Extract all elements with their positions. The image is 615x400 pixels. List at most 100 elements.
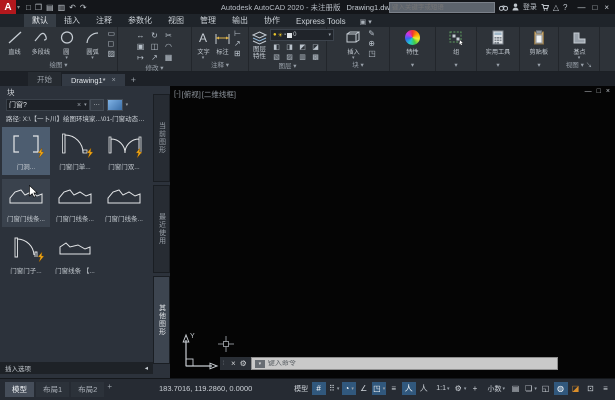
autocad-logo-icon[interactable]: A [0,0,16,14]
drawing-canvas[interactable]: [-] [俯视] [二维线框] — □ × Y [170,86,615,378]
layer-tool-icon[interactable]: ▩ [312,53,319,61]
object-color-button[interactable]: 特性 [399,29,426,56]
ribbon-tab[interactable]: Express Tools [288,15,354,27]
block-item[interactable]: 门窗门子... [2,231,50,279]
command-customize-wrench-icon[interactable]: ⚙ [240,359,247,368]
panel-label-block[interactable]: 块 ▾ [327,61,389,71]
help-search-input[interactable] [389,2,495,13]
recent-commands-icon[interactable]: ▾ [255,360,265,368]
modify-tool-icon[interactable]: ↗ [151,53,158,62]
modify-tool-icon[interactable]: ↻ [151,31,158,40]
text-button[interactable]: A 文字 ▾ [194,29,212,60]
layer-properties-button[interactable]: 图层 特性 [251,29,268,60]
visual-style-control[interactable]: [二维线框] [202,89,236,100]
modify-tool-icon[interactable]: ◫ [151,42,159,51]
isodraft-icon[interactable]: ◔ ▾ [342,382,356,395]
file-tab[interactable]: Drawing1* × [62,74,125,86]
ribbon-display-toggle-icon[interactable]: ▣ ▾ [360,18,372,27]
draw-tool-icon[interactable]: ▭ [107,29,115,38]
monitor-icon[interactable]: ❏ ▾ [524,382,538,395]
modify-tool-icon[interactable]: ↦ [137,53,144,62]
clean-screen-icon[interactable]: ⊡ [584,382,598,395]
graphics-performance-icon[interactable]: ◍ [554,382,568,395]
search-binoculars-icon[interactable] [499,4,508,11]
block-item[interactable]: 门窗线条 【... [51,231,99,279]
browse-button[interactable]: … [90,99,104,111]
insert-block-button[interactable]: 插入 ▾ [340,29,366,60]
layout-tab[interactable]: 布局1 [36,382,69,397]
ribbon-tab[interactable]: 视图 [160,13,192,27]
command-line-grip[interactable]: ⁞ [220,357,227,370]
line-button[interactable]: 直线 [2,29,28,56]
paste-button[interactable]: 剪贴板 [523,29,555,56]
panel-label-annotate[interactable]: 注释 ▾ [192,61,248,71]
ribbon-tab[interactable]: 协作 [256,13,288,27]
user-avatar-icon[interactable] [512,3,519,11]
quick-properties-icon[interactable]: ▤ [509,382,523,395]
command-close-icon[interactable]: × [231,359,236,368]
sign-in-link[interactable]: 登录 [523,2,537,12]
new-drawing-tab-button[interactable]: + [131,75,136,86]
ribbon-tab[interactable]: 注释 [88,13,120,27]
arc-button[interactable]: 圆弧 ▾ [80,29,106,60]
panel-label-clipboard[interactable]: ▾ [520,61,558,71]
isolate-objects-icon[interactable]: ◪ [569,382,583,395]
panel-label-draw[interactable]: 绘图 ▾ [0,61,117,71]
ribbon-tab[interactable]: 默认 [24,13,56,27]
grid-icon[interactable]: # [312,382,326,395]
new-layout-button[interactable]: + [104,382,115,391]
file-tab-close-icon[interactable]: × [112,77,116,84]
modify-tool-icon[interactable]: ▦ [165,53,173,62]
qat-tool-icon[interactable]: ↷ [80,3,87,12]
block-item[interactable]: 门窗门线条... [100,179,148,227]
units[interactable]: 小数 ▾ [483,382,508,395]
app-menu-caret-icon[interactable]: ▾ [17,4,20,11]
annotate-tool-icon[interactable]: ⊢ [234,29,241,38]
base-point-button[interactable]: 基点 ▾ [566,29,593,60]
layer-tool-icon[interactable]: ◨ [286,43,293,51]
clear-search-icon[interactable]: × [77,102,81,109]
block-item[interactable]: 门窗门单... [51,127,99,175]
panel-label-utilities[interactable]: ▾ [477,61,519,71]
close-button[interactable]: × [604,3,609,12]
qat-tool-icon[interactable]: □ [26,3,31,12]
palette-side-tab[interactable]: 最近使用 [153,185,170,273]
layer-tool-icon[interactable]: ◧ [273,43,280,51]
modify-tool-icon[interactable]: ◠ [165,42,172,51]
maximize-button[interactable]: □ [592,3,597,12]
viewport-menu-control[interactable]: [-] [174,89,181,100]
collapse-options-icon[interactable]: ◂ [145,364,148,372]
panel-label-modify[interactable]: 修改 ▾ [118,64,191,74]
palette-side-tab[interactable]: 当前图形 [153,94,170,182]
modify-tool-icon[interactable]: ▣ [137,42,145,51]
help-icon[interactable]: ? [563,3,567,12]
modify-tool-icon[interactable]: ↔ [137,31,145,40]
snap-icon[interactable]: ⠿ ▾ [327,382,341,395]
ribbon-tab[interactable]: 输出 [224,13,256,27]
app-store-cart-icon[interactable] [541,4,549,11]
block-tool-icon[interactable]: ✎ [368,29,376,38]
annotation-visibility-icon[interactable]: 人 [402,382,416,395]
minimize-button[interactable]: — [577,3,585,12]
annotation-monitor-icon[interactable]: + [468,382,482,395]
osnap-icon[interactable]: ◳ ▾ [372,382,386,395]
ribbon-tab[interactable]: 管理 [192,13,224,27]
command-input[interactable] [268,360,554,367]
circle-button[interactable]: 圆 ▾ [54,29,80,60]
view-orientation-control[interactable]: [俯视] [182,89,201,100]
draw-tool-icon[interactable]: ◻ [107,39,115,48]
layout-tab[interactable]: 布局2 [71,382,104,397]
block-tool-icon[interactable]: ⊕ [368,39,376,48]
ui-lock-icon[interactable]: ◱ [539,382,553,395]
qat-tool-icon[interactable]: ▤ [46,3,54,12]
search-dropdown-caret-icon[interactable]: ▾ [84,102,87,108]
customization-icon[interactable]: ≡ [599,382,613,395]
block-item[interactable]: 门窗门双... [100,127,148,175]
file-tab[interactable]: 开始 [28,72,61,86]
qat-tool-icon[interactable]: ▥ [58,3,66,12]
group-button[interactable]: 组 [443,29,470,56]
modify-tool-icon[interactable]: ✂ [165,31,172,40]
block-item[interactable]: 门窗门线条... [2,179,50,227]
panel-label-layers[interactable]: 图层 ▾ [249,62,326,72]
layer-select[interactable]: ● ☀ ▪ 0 ▾ [270,29,334,41]
